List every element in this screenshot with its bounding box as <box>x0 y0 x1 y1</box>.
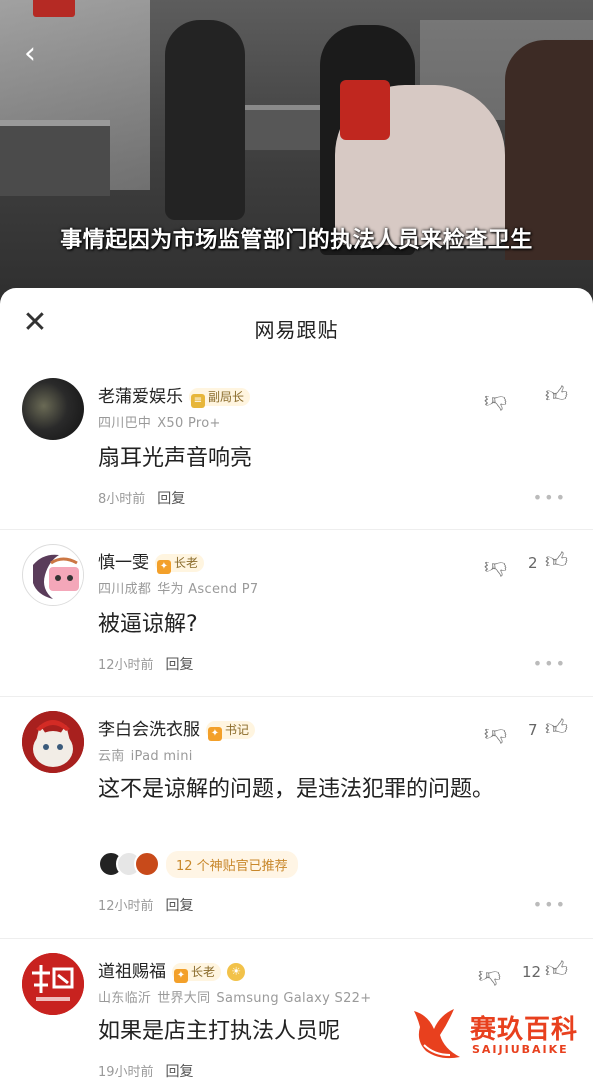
timestamp: 12小时前 <box>98 899 154 914</box>
thumbs-down-icon[interactable]: 👍︎ <box>484 554 507 579</box>
comment-sheet: ✕ 网易跟贴 老蒲爱娱乐 ≡ 副局长 四川巴中 X50 Pro+ 扇耳光声音响亮 8小… <box>0 288 593 1080</box>
like-count: 7 <box>528 721 538 739</box>
timestamp: 8小时前 <box>98 492 146 507</box>
rank-badge-label: 长老 <box>174 556 199 570</box>
channel-logo <box>33 0 75 17</box>
rank-badge: ✦ 长老 <box>172 963 222 983</box>
like-count: 12 <box>522 963 542 981</box>
comment-footer: 19小时前 回复 <box>98 1061 194 1080</box>
avatar[interactable] <box>22 711 84 773</box>
thumbs-down-icon[interactable]: 👍︎ <box>478 963 501 988</box>
comment-text: 扇耳光声音响亮 <box>98 446 253 471</box>
device: 华为 Ascend P7 <box>157 582 259 597</box>
author-name: 道祖赐福 <box>98 962 166 982</box>
timestamp: 19小时前 <box>98 1065 154 1080</box>
comment-item: 李白会洗衣服 ✦ 书记 云南 iPad mini 这不是谅解的问题，是违法犯罪的问题。… <box>0 697 593 937</box>
location: 四川成都 <box>98 582 152 597</box>
rank-badge-icon: ≡ <box>191 394 205 408</box>
comment-author[interactable]: 慎一雯 ✦ 长老 <box>98 548 205 574</box>
author-name: 李白会洗衣服 <box>98 720 200 740</box>
device: Samsung Galaxy S22+ <box>216 991 372 1006</box>
comment-footer: 8小时前 回复 <box>98 488 185 508</box>
author-meta: 山东临沂 世界大同 Samsung Galaxy S22+ <box>98 987 371 1006</box>
reply-button[interactable]: 回复 <box>166 1064 194 1080</box>
device-extra: 世界大同 <box>157 991 211 1006</box>
avatar-illustration <box>22 711 84 773</box>
rank-badge-icon: ✦ <box>174 969 188 983</box>
location: 四川巴中 <box>98 416 152 431</box>
comment-item: 慎一雯 ✦ 长老 四川成都 华为 Ascend P7 被逼谅解? 12小时前 回复 ••… <box>0 530 593 696</box>
avatar-illustration <box>22 953 84 1015</box>
rank-badge-label: 长老 <box>191 965 216 979</box>
comment-author[interactable]: 李白会洗衣服 ✦ 书记 <box>98 715 256 741</box>
more-icon[interactable]: ••• <box>533 488 567 507</box>
recommender-avatar <box>134 851 160 877</box>
avatar[interactable] <box>22 378 84 440</box>
sheet-title: 网易跟贴 <box>254 318 339 342</box>
comment-footer: 12小时前 回复 <box>98 654 194 674</box>
timestamp: 12小时前 <box>98 658 154 673</box>
reply-button[interactable]: 回复 <box>166 898 194 914</box>
author-meta: 云南 iPad mini <box>98 745 193 764</box>
video-scene-person <box>165 20 245 220</box>
watermark-subtext: SAIJIUBAIKE <box>472 1043 569 1056</box>
comment-author[interactable]: 道祖赐福 ✦ 长老 ☀ <box>98 957 246 983</box>
device: X50 Pro+ <box>157 416 221 431</box>
rank-badge-icon: ✦ <box>157 560 171 574</box>
comment-author[interactable]: 老蒲爱娱乐 ≡ 副局长 <box>98 382 251 408</box>
thumbs-up-icon[interactable]: 👍︎ <box>545 384 568 408</box>
rank-badge-label: 副局长 <box>208 390 245 404</box>
medal-icon: ☀ <box>227 963 246 981</box>
site-watermark: 赛玖百科 SAIJIUBAIKE <box>410 1005 590 1065</box>
avatar-illustration <box>24 546 83 605</box>
more-icon[interactable]: ••• <box>533 654 567 673</box>
thumbs-up-icon[interactable]: 👍︎ <box>545 959 568 983</box>
rank-badge: ✦ 长老 <box>155 554 205 574</box>
chevron-left-icon[interactable]: ‹ <box>24 39 52 69</box>
more-icon[interactable]: ••• <box>533 895 567 914</box>
video-caption: 事情起因为市场监管部门的执法人员来检查卫生 <box>60 228 533 253</box>
location: 山东临沂 <box>98 991 152 1006</box>
thumbs-down-icon[interactable]: 👍︎ <box>484 721 507 746</box>
comment-text: 这不是谅解的问题，是违法犯罪的问题。 <box>98 777 495 802</box>
comment-text: 被逼谅解? <box>98 612 198 637</box>
rank-badge: ✦ 书记 <box>206 721 256 741</box>
video-scene-table <box>0 120 110 196</box>
whale-tail-logo <box>414 1009 460 1059</box>
video-scene-bag <box>340 80 390 140</box>
watermark-text: 赛玖百科 <box>470 1015 579 1045</box>
sheet-header: ✕ 网易跟贴 <box>0 288 593 364</box>
author-name: 慎一雯 <box>98 553 149 573</box>
thumbs-down-icon[interactable]: 👍︎ <box>484 388 507 413</box>
recommend-badge: 12 个神贴官已推荐 <box>166 850 298 878</box>
avatar[interactable] <box>22 953 84 1015</box>
location: 云南 <box>98 749 125 764</box>
rank-badge: ≡ 副局长 <box>189 388 251 408</box>
recommend-row[interactable]: 12 个神贴官已推荐 <box>98 850 298 878</box>
comment-item: 老蒲爱娱乐 ≡ 副局长 四川巴中 X50 Pro+ 扇耳光声音响亮 8小时前 回复 ••… <box>0 364 593 529</box>
video-player[interactable]: ‹ 事情起因为市场监管部门的执法人员来检查卫生 <box>0 0 593 300</box>
rank-badge-icon: ✦ <box>208 727 222 741</box>
comment-footer: 12小时前 回复 <box>98 895 194 915</box>
like-count: 2 <box>528 554 538 572</box>
reply-button[interactable]: 回复 <box>157 491 185 507</box>
device: iPad mini <box>130 749 193 764</box>
thumbs-up-icon[interactable]: 👍︎ <box>545 550 568 574</box>
rank-badge-label: 书记 <box>225 723 250 737</box>
reply-button[interactable]: 回复 <box>166 657 194 673</box>
avatar[interactable] <box>22 544 84 606</box>
author-meta: 四川巴中 X50 Pro+ <box>98 412 221 431</box>
author-name: 老蒲爱娱乐 <box>98 387 183 407</box>
thumbs-up-icon[interactable]: 👍︎ <box>545 717 568 741</box>
author-meta: 四川成都 华为 Ascend P7 <box>98 578 258 597</box>
